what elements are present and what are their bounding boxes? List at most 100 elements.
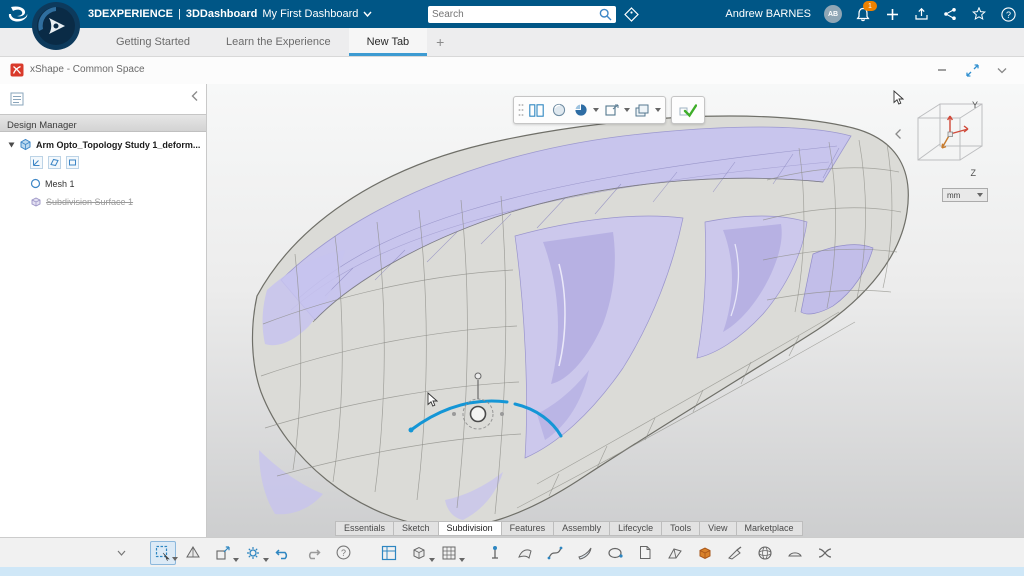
action-bar-tabs: Essentials Sketch Subdivision Features A… xyxy=(335,521,803,536)
capture-layers-caret-icon[interactable] xyxy=(655,108,661,112)
pin-tool[interactable] xyxy=(482,541,508,565)
actiontab-lifecycle[interactable]: Lifecycle xyxy=(610,521,663,536)
dashboard-tab-bar: Getting Started Learn the Experience New… xyxy=(0,28,1024,57)
expand-arrows-icon xyxy=(965,63,979,77)
update-gear-tool[interactable] xyxy=(240,541,269,565)
tree-subdivision-label[interactable]: Subdivision Surface 1 xyxy=(46,197,133,207)
help-button[interactable]: ? xyxy=(1000,6,1016,22)
user-name[interactable]: Andrew BARNES xyxy=(725,8,811,20)
actiontab-view[interactable]: View xyxy=(700,521,737,536)
add-tab-button[interactable]: + xyxy=(427,28,453,56)
tree-expand-caret-icon[interactable] xyxy=(8,142,15,148)
render-style-icon[interactable] xyxy=(571,101,590,120)
tree-root-label[interactable]: Arm Opto_Topology Study 1_deform... xyxy=(36,140,200,150)
axis-system-icon[interactable] xyxy=(30,156,43,169)
actiontab-assembly[interactable]: Assembly xyxy=(554,521,611,536)
view-options-icon[interactable] xyxy=(602,101,621,120)
toolbar-drag-handle[interactable] xyxy=(518,103,524,117)
tag-icon[interactable] xyxy=(624,7,639,22)
3ds-logo-icon[interactable] xyxy=(6,5,30,23)
shaded-sphere-icon[interactable] xyxy=(549,101,568,120)
split-view-icon[interactable] xyxy=(527,101,546,120)
axis-y-label: Y xyxy=(971,100,978,110)
3d-viewport[interactable]: Y Z mm Essentials Sketch Subdivision Fea… xyxy=(207,84,1024,537)
render-style-caret-icon[interactable] xyxy=(593,108,599,112)
sphere-tool[interactable] xyxy=(752,541,778,565)
mesh-grid-tool[interactable] xyxy=(436,541,465,565)
block-insert-tool[interactable] xyxy=(692,541,718,565)
twist-tool[interactable] xyxy=(812,541,838,565)
window-menu-button[interactable] xyxy=(994,63,1010,77)
redo-button[interactable] xyxy=(300,541,326,565)
top-bar-right: Andrew BARNES AB 1 ? xyxy=(725,0,1016,28)
sheet-tool[interactable] xyxy=(632,541,658,565)
view-cube[interactable] xyxy=(906,96,998,180)
loop-tool[interactable] xyxy=(602,541,628,565)
tree-options-icon[interactable] xyxy=(10,92,24,106)
tree-mesh-label[interactable]: Mesh 1 xyxy=(45,179,75,189)
toolbar-expand-button[interactable] xyxy=(112,541,130,565)
export-button[interactable] xyxy=(913,6,929,22)
validate-check-icon[interactable] xyxy=(676,101,700,120)
tab-getting-started[interactable]: Getting Started xyxy=(98,28,208,56)
cube-primitive-caret-icon[interactable] xyxy=(429,557,435,562)
chevron-down-icon xyxy=(997,67,1007,73)
user-avatar[interactable]: AB xyxy=(824,5,842,23)
prism-tool[interactable] xyxy=(180,541,206,565)
actiontab-subdivision[interactable]: Subdivision xyxy=(438,521,502,536)
dashboard-chevron-icon[interactable] xyxy=(363,11,372,17)
status-strip xyxy=(0,567,1024,576)
search-icon[interactable] xyxy=(599,8,612,21)
triad-collapse-icon[interactable] xyxy=(894,128,902,140)
search-input[interactable] xyxy=(428,9,599,20)
community-button[interactable] xyxy=(971,6,987,22)
undo-button[interactable] xyxy=(270,541,296,565)
units-label: mm xyxy=(947,190,961,200)
capture-layers-icon[interactable] xyxy=(633,101,652,120)
dashboard-name[interactable]: My First Dashboard xyxy=(262,8,358,20)
tree-subdivision-row[interactable]: Subdivision Surface 1 xyxy=(30,196,133,208)
actiontab-marketplace[interactable]: Marketplace xyxy=(736,521,803,536)
minimize-button[interactable] xyxy=(934,63,950,77)
update-gear-caret-icon[interactable] xyxy=(263,557,269,562)
maximize-button[interactable] xyxy=(964,63,980,77)
disc-tool[interactable] xyxy=(782,541,808,565)
tree-root-row[interactable]: Arm Opto_Topology Study 1_deform... xyxy=(8,138,200,151)
scalpel-tool[interactable] xyxy=(722,541,748,565)
select-box-caret-icon[interactable] xyxy=(172,556,178,561)
3d-model-arm[interactable] xyxy=(207,84,1024,537)
tree-mesh-row[interactable]: Mesh 1 xyxy=(30,178,75,189)
surface-patch-tool[interactable] xyxy=(512,541,538,565)
tab-new-tab[interactable]: New Tab xyxy=(348,28,428,56)
bottom-toolbar: ? xyxy=(0,537,1024,567)
spline-tool[interactable] xyxy=(542,541,568,565)
notifications-button[interactable]: 1 xyxy=(855,1,877,22)
export-shape-caret-icon[interactable] xyxy=(233,557,239,562)
export-shape-tool[interactable] xyxy=(210,541,239,565)
actiontab-features[interactable]: Features xyxy=(501,521,555,536)
help-tool-button[interactable]: ? xyxy=(330,541,356,565)
actiontab-essentials[interactable]: Essentials xyxy=(335,521,395,536)
actiontab-sketch[interactable]: Sketch xyxy=(394,521,439,536)
view-options-caret-icon[interactable] xyxy=(624,108,630,112)
svg-text:?: ? xyxy=(1005,9,1010,19)
part-document-icon xyxy=(20,138,31,151)
collapse-panel-icon[interactable] xyxy=(190,90,199,102)
actiontab-tools[interactable]: Tools xyxy=(662,521,701,536)
brand-separator: | xyxy=(177,8,181,20)
units-dropdown[interactable]: mm xyxy=(942,188,988,202)
select-box-tool[interactable] xyxy=(150,540,178,565)
share-button[interactable] xyxy=(942,6,958,22)
fold-tool[interactable] xyxy=(662,541,688,565)
blade-tool[interactable] xyxy=(572,541,598,565)
add-content-button[interactable] xyxy=(884,6,900,22)
compass-logo-icon[interactable] xyxy=(31,1,81,51)
svg-text:?: ? xyxy=(340,548,345,558)
help-icon: ? xyxy=(1000,6,1016,22)
plane-xy-icon[interactable] xyxy=(48,156,61,169)
plane-zx-icon[interactable] xyxy=(66,156,79,169)
mesh-grid-caret-icon[interactable] xyxy=(459,557,465,562)
frame-view-tool[interactable] xyxy=(376,541,402,565)
tab-learn-the-experience[interactable]: Learn the Experience xyxy=(208,28,349,56)
cube-primitive-tool[interactable] xyxy=(406,541,435,565)
